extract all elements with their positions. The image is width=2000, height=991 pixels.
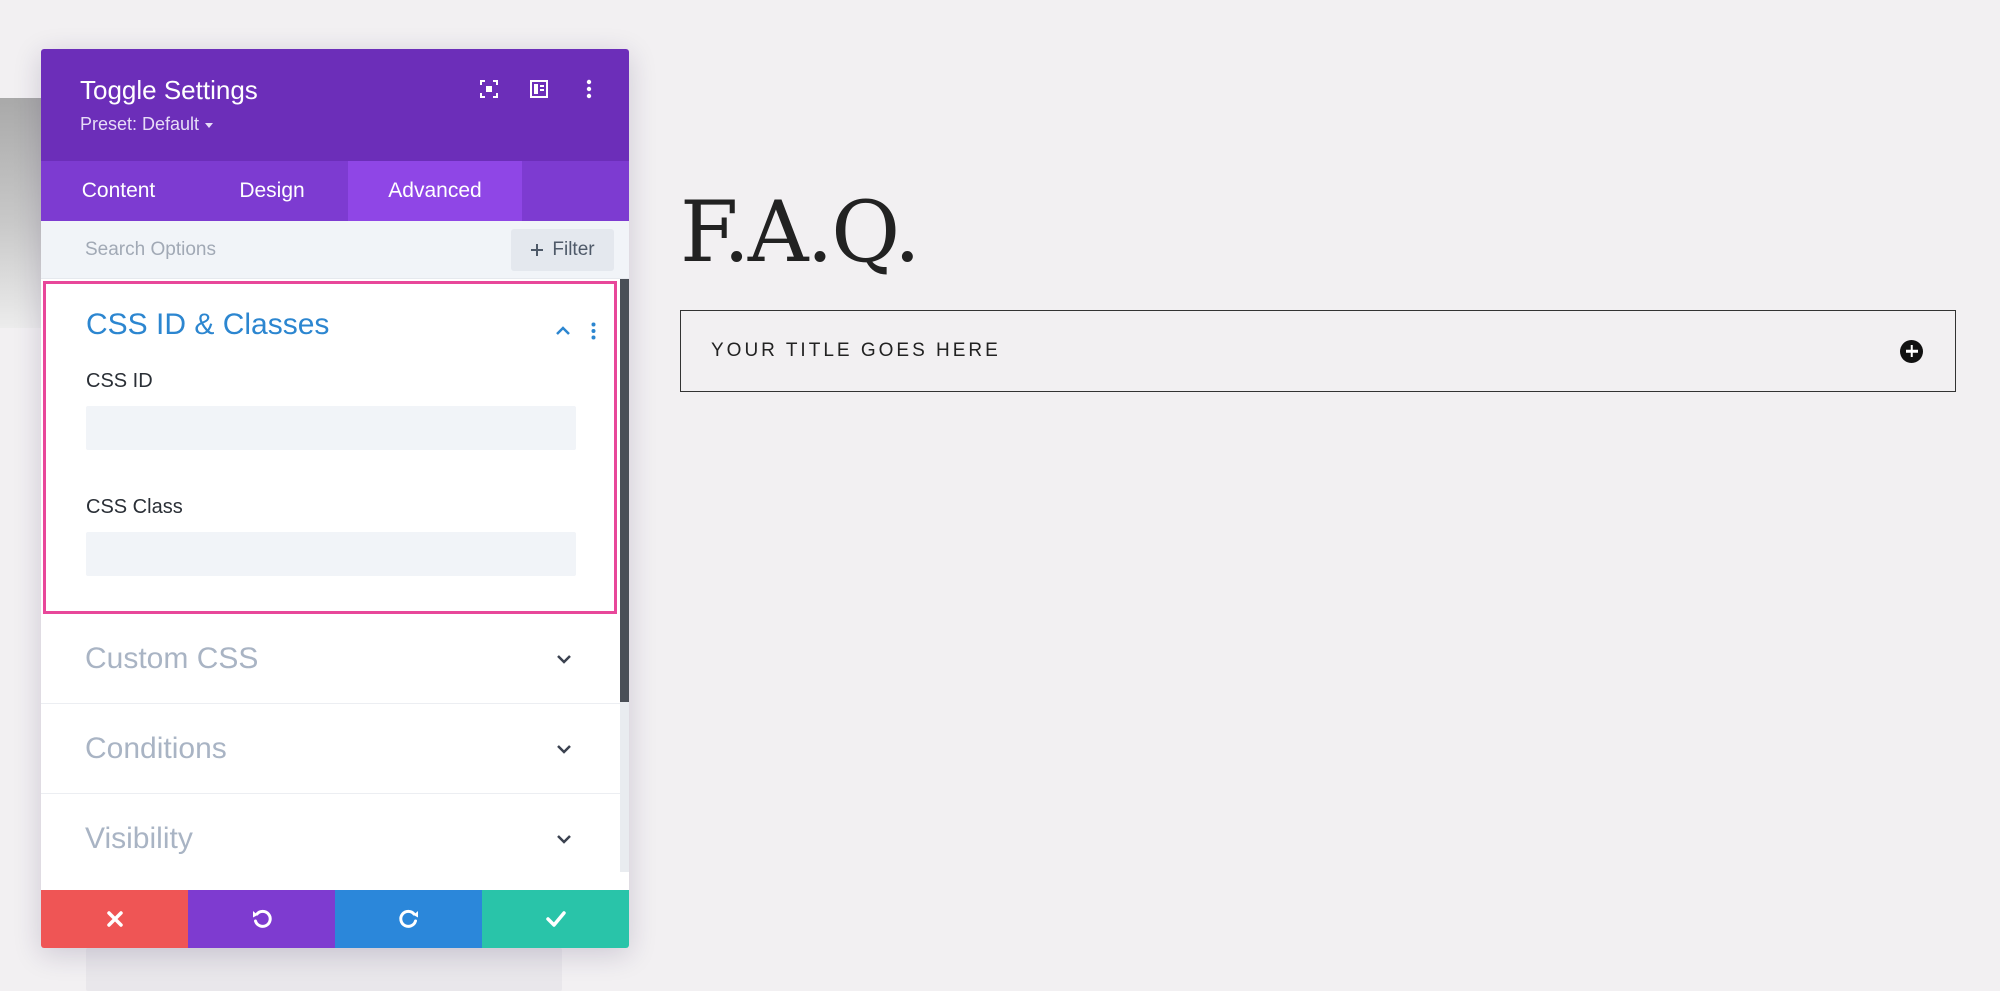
- preset-selector[interactable]: Preset: Default: [80, 114, 629, 135]
- save-check-icon: [545, 911, 566, 927]
- tab-content[interactable]: Content: [41, 161, 196, 221]
- modal-header: Toggle Settings Preset: Default: [41, 49, 629, 161]
- tab-design[interactable]: Design: [196, 161, 348, 221]
- css-id-label: CSS ID: [86, 370, 153, 392]
- settings-tabs: Content Design Advanced: [41, 161, 629, 221]
- search-options-input[interactable]: [85, 238, 385, 261]
- save-button[interactable]: [482, 890, 629, 948]
- settings-panel-body: CSS ID & Classes CSS ID CSS Class Custom…: [41, 279, 629, 872]
- scrollbar-thumb[interactable]: [620, 279, 629, 702]
- tab-advanced[interactable]: Advanced: [348, 161, 522, 221]
- preset-label: Preset: Default: [80, 114, 200, 135]
- css-class-field[interactable]: [86, 532, 576, 576]
- background-image-strip: [0, 98, 42, 328]
- faq-toggle-module[interactable]: YOUR TITLE GOES HERE: [680, 310, 1956, 392]
- section-title: Conditions: [85, 731, 227, 765]
- faq-heading: F.A.Q.: [680, 183, 921, 281]
- caret-down-icon: [205, 123, 214, 129]
- chevron-down-icon: [557, 654, 571, 664]
- redo-button[interactable]: [335, 890, 482, 948]
- section-title: Visibility: [85, 821, 193, 855]
- filter-label: Filter: [552, 238, 595, 260]
- cancel-icon: [106, 911, 123, 927]
- redo-icon: [398, 909, 418, 928]
- more-vertical-icon[interactable]: [591, 322, 596, 340]
- more-vertical-icon[interactable]: [579, 79, 599, 99]
- section-custom-css[interactable]: Custom CSS: [41, 614, 620, 704]
- cancel-button[interactable]: [41, 890, 188, 948]
- undo-button[interactable]: [188, 890, 335, 948]
- css-class-label: CSS Class: [86, 496, 183, 518]
- section-css-id-classes: CSS ID & Classes CSS ID CSS Class: [43, 281, 617, 614]
- expand-icon[interactable]: [479, 79, 499, 99]
- background-ghost-block: [86, 948, 562, 991]
- filter-button[interactable]: Filter: [511, 228, 614, 271]
- section-conditions[interactable]: Conditions: [41, 704, 620, 794]
- search-bar: Filter: [41, 221, 629, 279]
- toggle-title: YOUR TITLE GOES HERE: [711, 340, 1001, 361]
- sidebar-layout-icon[interactable]: [529, 79, 549, 99]
- section-visibility[interactable]: Visibility: [41, 794, 620, 872]
- chevron-down-icon: [557, 744, 571, 754]
- plus-circle-icon[interactable]: [1900, 339, 1923, 363]
- header-icon-group: [479, 79, 599, 99]
- section-title[interactable]: CSS ID & Classes: [86, 308, 614, 342]
- section-title: Custom CSS: [85, 641, 259, 675]
- css-id-field[interactable]: [86, 406, 576, 450]
- scrollbar-track[interactable]: [620, 279, 629, 872]
- plus-icon: [531, 243, 544, 256]
- modal-footer: [41, 890, 629, 948]
- chevron-down-icon: [557, 834, 571, 844]
- toggle-settings-modal: Toggle Settings Preset: Default Content …: [41, 49, 629, 948]
- section-controls: [555, 322, 596, 340]
- chevron-up-icon[interactable]: [555, 326, 571, 336]
- undo-icon: [252, 909, 272, 928]
